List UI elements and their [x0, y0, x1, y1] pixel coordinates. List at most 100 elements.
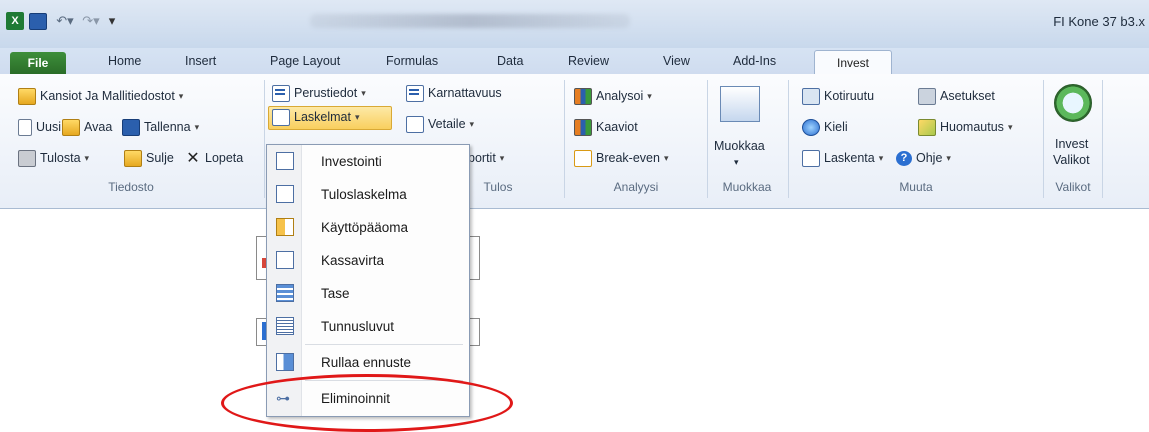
menu-item-tuloslaskelma[interactable]: Tuloslaskelma — [267, 178, 467, 210]
chevron-down-icon: ▾ — [499, 152, 505, 163]
kannattavuus-label-a: Kar — [428, 86, 448, 100]
roll-forecast-icon — [276, 353, 294, 371]
compare-icon — [406, 115, 424, 133]
vertaile-label-a: Ve — [428, 117, 443, 131]
tallenna-button[interactable]: Tallenna ▾ — [122, 117, 199, 137]
tab-home[interactable]: Home — [108, 50, 141, 72]
raportit-button[interactable]: portit ▾ — [468, 148, 504, 168]
profitability-icon — [406, 84, 424, 102]
chevron-down-icon: ▾ — [178, 90, 184, 101]
kotiruutu-button[interactable]: Kotiruutu — [802, 86, 874, 106]
asetukset-label: Asetukset — [940, 89, 995, 103]
tulosta-button[interactable]: Tulosta ▾ — [18, 148, 89, 168]
note-pen-icon — [918, 118, 936, 136]
tab-file[interactable]: File — [10, 52, 66, 74]
laskelmat-button[interactable]: Laskelmat ▾ — [272, 107, 360, 127]
lopeta-label: Lopeta — [205, 151, 244, 165]
lopeta-button[interactable]: ✕ Lopeta — [185, 148, 243, 168]
investment-form-icon — [276, 152, 294, 170]
tab-data[interactable]: Data — [497, 50, 523, 72]
break-even-button[interactable]: Break-even ▾ — [574, 148, 668, 168]
charts-icon — [574, 118, 592, 136]
tallenna-label: Tallenna — [144, 120, 191, 134]
menu-item-kayttopaaoma[interactable]: Käyttöpääoma — [267, 211, 467, 243]
sulje-button[interactable]: Sulje — [124, 148, 174, 168]
redo-icon[interactable]: ↷▾ — [80, 12, 102, 30]
sulje-label: Sulje — [146, 151, 174, 165]
group-separator — [564, 80, 565, 198]
laskenta-button[interactable]: Laskenta ▾ — [802, 148, 883, 168]
group-separator — [1102, 80, 1103, 198]
kannattavuus-button[interactable]: Kar nattavuus — [406, 83, 502, 103]
group-label-muuta: Muuta — [899, 180, 933, 194]
tab-insert[interactable]: Insert — [185, 50, 216, 72]
avaa-button[interactable]: Avaa — [62, 117, 112, 137]
working-capital-icon — [276, 218, 294, 236]
customize-qat-icon[interactable]: ▾ — [106, 12, 118, 30]
cash-flow-icon — [276, 251, 294, 269]
key-figures-icon — [276, 317, 294, 335]
tab-view[interactable]: View — [663, 50, 690, 72]
menu-item-investointi[interactable]: Investointi — [267, 145, 467, 177]
tulosta-label: Tulosta — [40, 151, 81, 165]
menu-item-label: Tase — [321, 285, 350, 301]
chevron-down-icon: ▾ — [194, 121, 200, 132]
language-icon — [802, 118, 820, 136]
group-label-tulos: Tulos — [483, 180, 513, 194]
group-separator — [788, 80, 789, 198]
kansiot-button[interactable]: Kansiot Ja Mallitiedostot ▾ — [18, 86, 183, 106]
group-label-muokkaa: Muokkaa — [722, 180, 772, 194]
help-icon: ? — [896, 150, 912, 166]
ohje-label: Ohje — [916, 151, 943, 165]
vertaile-button[interactable]: Ve taile ▾ — [406, 114, 474, 134]
menu-item-tase[interactable]: Tase — [267, 277, 467, 309]
invest-refresh-icon[interactable] — [1054, 84, 1092, 122]
tab-add-ins[interactable]: Add-Ins — [733, 50, 776, 72]
tab-page-layout[interactable]: Page Layout — [270, 50, 340, 72]
ohje-button[interactable]: ? Ohje ▾ — [896, 148, 951, 168]
income-statement-icon — [276, 185, 294, 203]
close-folder-icon — [124, 149, 142, 167]
kaaviot-button[interactable]: Kaaviot — [574, 117, 638, 137]
menu-separator — [305, 344, 463, 345]
tab-review[interactable]: Review — [568, 50, 609, 72]
kotiruutu-label: Kotiruutu — [824, 89, 875, 103]
window-title: FI Kone 37 b3.x — [1053, 14, 1145, 29]
tab-invest[interactable]: Invest — [814, 50, 892, 76]
vertaile-label-b: taile — [442, 117, 466, 131]
menu-item-label: Käyttöpääoma — [321, 219, 409, 235]
muokkaa-button[interactable]: Muokkaa — [714, 136, 765, 156]
invest-label: Invest — [1055, 137, 1089, 151]
uusi-button[interactable]: Uusi — [18, 117, 61, 137]
analysoi-button[interactable]: Analysoi ▾ — [574, 86, 652, 106]
invest-valikot-button-line2[interactable]: Valikot — [1053, 150, 1090, 170]
chevron-down-icon: ▾ — [84, 152, 90, 163]
break-even-icon — [574, 149, 592, 167]
chevron-down-icon: ▾ — [361, 87, 366, 98]
kansiot-label: Kansiot Ja Mallitiedostot — [40, 89, 175, 103]
tab-formulas[interactable]: Formulas — [386, 50, 438, 72]
muokkaa-button-label: Muokkaa — [714, 139, 765, 153]
chevron-down-icon: ▾ — [1007, 121, 1013, 132]
menu-item-tunnusluvut[interactable]: Tunnusluvut — [267, 310, 467, 342]
chevron-down-icon: ▾ — [469, 118, 475, 129]
laskelmat-label: Laskelmat — [294, 110, 351, 124]
balance-sheet-icon — [276, 284, 294, 302]
calculation-icon — [272, 108, 290, 126]
menu-item-kassavirta[interactable]: Kassavirta — [267, 244, 467, 276]
muokkaa-table-icon[interactable] — [720, 86, 760, 122]
laskenta-label: Laskenta — [824, 151, 875, 165]
menu-item-label: Kassavirta — [321, 252, 385, 268]
menu-item-label: Rullaa ennuste — [321, 354, 412, 370]
perustiedot-button[interactable]: Perustiedot ▾ — [272, 83, 366, 103]
menu-item-label: Tunnusluvut — [321, 318, 395, 334]
save-icon[interactable] — [29, 12, 47, 30]
kieli-button[interactable]: Kieli — [802, 117, 848, 137]
asetukset-button[interactable]: Asetukset — [918, 86, 995, 106]
undo-icon[interactable]: ↶▾ — [54, 12, 76, 30]
huomautus-button[interactable]: Huomautus ▾ — [918, 117, 1012, 137]
huomautus-label: Huomautus — [940, 120, 1004, 134]
folder-icon — [18, 87, 36, 105]
settings-icon — [918, 87, 936, 105]
chevron-down-icon: ▾ — [878, 152, 884, 163]
